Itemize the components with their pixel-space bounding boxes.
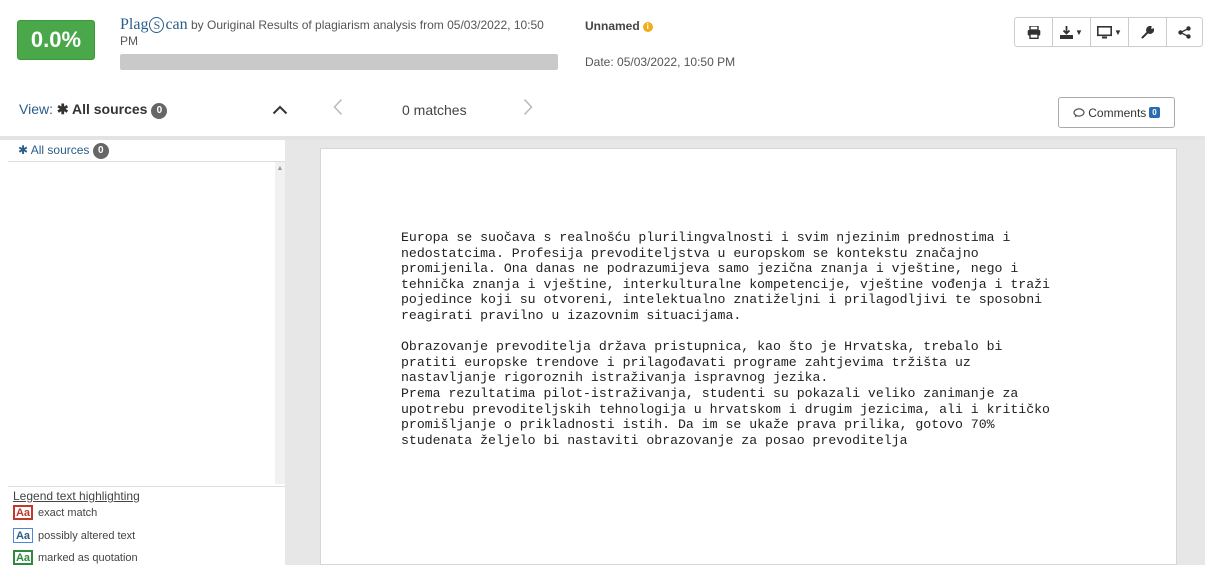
legend-quotation: Aa marked as quotation (13, 550, 138, 565)
chevron-left-icon (333, 98, 343, 116)
plagscan-logo: Plag Scan (120, 16, 188, 33)
all-sources-filter[interactable]: ✱ All sources 0 (18, 143, 109, 159)
wrench-icon (1141, 25, 1154, 38)
share-button[interactable] (1167, 18, 1202, 46)
chevron-right-icon (523, 98, 533, 116)
match-counter: 0 matches (402, 102, 467, 118)
document-paragraph: Europa se suočava s realnošću plurilingv… (401, 230, 1050, 323)
monitor-icon (1097, 25, 1113, 38)
previous-match-button[interactable] (333, 96, 343, 122)
asterisk-icon: ✱ (18, 143, 29, 157)
legend-swatch: Aa (13, 550, 33, 565)
report-toolbar: ▼ ▼ (1014, 17, 1203, 47)
report-title: Plag Scan by Ouriginal Results of plagiar… (120, 17, 565, 49)
view-selector[interactable]: View: ✱ All sources 0 (19, 101, 168, 119)
all-sources-count-badge: 0 (92, 143, 109, 159)
document-date: Date: 05/03/2022, 10:50 PM (585, 55, 736, 69)
settings-button[interactable] (1129, 18, 1167, 46)
document-name: Unnamed i (585, 19, 653, 33)
print-button[interactable] (1015, 18, 1053, 46)
similarity-progress-bar (120, 54, 558, 70)
download-icon (1060, 25, 1074, 39)
brand-by: by Ouriginal (187, 18, 256, 32)
asterisk-icon: ✱ (56, 101, 69, 117)
chevron-up-icon[interactable] (272, 99, 288, 120)
legend-possibly-altered: Aa possibly altered text (13, 528, 135, 543)
view-count-badge: 0 (151, 103, 168, 119)
share-icon (1178, 25, 1191, 39)
next-match-button[interactable] (523, 96, 533, 122)
info-icon[interactable]: i (642, 22, 653, 32)
scroll-up-arrow-icon[interactable]: ▲ (275, 162, 285, 176)
divider (8, 161, 285, 162)
document-text: Europa se suočava s realnošću plurilingv… (401, 230, 1161, 448)
similarity-score: 0.0% (17, 20, 95, 60)
comments-count-badge: 0 (1149, 107, 1160, 118)
comment-icon (1073, 107, 1085, 117)
chevron-down-icon: ▼ (1075, 27, 1083, 37)
print-icon (1027, 25, 1040, 39)
comments-button[interactable]: Comments 0 (1058, 97, 1175, 128)
download-button[interactable]: ▼ (1053, 18, 1091, 46)
legend-title: Legend text highlighting (13, 489, 140, 503)
legend-swatch: Aa (13, 505, 33, 520)
display-button[interactable]: ▼ (1091, 18, 1129, 46)
chevron-down-icon: ▼ (1114, 27, 1122, 37)
legend-swatch: Aa (13, 528, 33, 543)
document-paragraph: Obrazovanje prevoditelja država pristupn… (401, 339, 1050, 448)
legend-exact-match: Aa exact match (13, 505, 97, 520)
sources-scrollbar[interactable] (275, 162, 285, 484)
